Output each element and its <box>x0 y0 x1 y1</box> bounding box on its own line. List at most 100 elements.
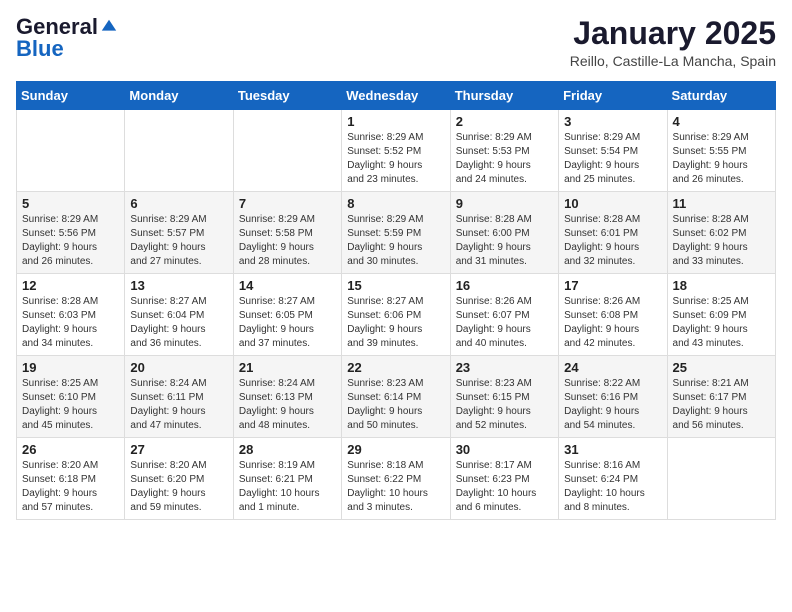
calendar-cell: 24 Sunrise: 8:22 AM Sunset: 6:16 PM Dayli… <box>559 356 667 438</box>
weekday-header-row: SundayMondayTuesdayWednesdayThursdayFrid… <box>17 82 776 110</box>
day-info: Sunrise: 8:17 AM Sunset: 6:23 PM Dayligh… <box>456 459 553 515</box>
calendar-cell: 7 Sunrise: 8:29 AM Sunset: 5:58 PM Daylig… <box>233 192 341 274</box>
day-number: 31 <box>564 442 661 457</box>
day-number: 2 <box>456 114 553 129</box>
day-info: Sunrise: 8:23 AM Sunset: 6:15 PM Dayligh… <box>456 377 553 433</box>
calendar-cell: 6 Sunrise: 8:29 AM Sunset: 5:57 PM Daylig… <box>125 192 233 274</box>
day-number: 1 <box>347 114 444 129</box>
logo-icon <box>100 18 118 36</box>
day-info: Sunrise: 8:16 AM Sunset: 6:24 PM Dayligh… <box>564 459 661 515</box>
weekday-header: Tuesday <box>233 82 341 110</box>
day-number: 10 <box>564 196 661 211</box>
day-number: 30 <box>456 442 553 457</box>
day-number: 6 <box>130 196 227 211</box>
weekday-header: Monday <box>125 82 233 110</box>
day-info: Sunrise: 8:29 AM Sunset: 5:54 PM Dayligh… <box>564 131 661 187</box>
day-info: Sunrise: 8:22 AM Sunset: 6:16 PM Dayligh… <box>564 377 661 433</box>
calendar-cell: 29Sunrise: 8:18 AM Sunset: 6:22 PM Dayli… <box>342 438 450 520</box>
day-number: 17 <box>564 278 661 293</box>
calendar-cell: 1 Sunrise: 8:29 AM Sunset: 5:52 PM Daylig… <box>342 110 450 192</box>
day-number: 22 <box>347 360 444 375</box>
weekday-header: Sunday <box>17 82 125 110</box>
calendar-cell: 20 Sunrise: 8:24 AM Sunset: 6:11 PM Dayli… <box>125 356 233 438</box>
day-info: Sunrise: 8:29 AM Sunset: 5:59 PM Dayligh… <box>347 213 444 269</box>
calendar-week-row: 19Sunrise: 8:25 AM Sunset: 6:10 PM Dayli… <box>17 356 776 438</box>
day-number: 20 <box>130 360 227 375</box>
calendar-week-row: 5Sunrise: 8:29 AM Sunset: 5:56 PM Daylig… <box>17 192 776 274</box>
day-info: Sunrise: 8:28 AM Sunset: 6:00 PM Dayligh… <box>456 213 553 269</box>
calendar-cell: 30 Sunrise: 8:17 AM Sunset: 6:23 PM Dayli… <box>450 438 558 520</box>
logo: General Blue <box>16 16 118 60</box>
calendar-cell: 13 Sunrise: 8:27 AM Sunset: 6:04 PM Dayli… <box>125 274 233 356</box>
calendar-cell: 2 Sunrise: 8:29 AM Sunset: 5:53 PM Daylig… <box>450 110 558 192</box>
calendar-cell: 4 Sunrise: 8:29 AM Sunset: 5:55 PM Daylig… <box>667 110 775 192</box>
weekday-header: Thursday <box>450 82 558 110</box>
day-info: Sunrise: 8:26 AM Sunset: 6:08 PM Dayligh… <box>564 295 661 351</box>
month-title: January 2025 <box>570 16 776 51</box>
day-number: 15 <box>347 278 444 293</box>
logo-general-text: General <box>16 16 98 38</box>
day-info: Sunrise: 8:29 AM Sunset: 5:52 PM Dayligh… <box>347 131 444 187</box>
calendar-cell: 21Sunrise: 8:24 AM Sunset: 6:13 PM Dayli… <box>233 356 341 438</box>
day-info: Sunrise: 8:29 AM Sunset: 5:58 PM Dayligh… <box>239 213 336 269</box>
day-number: 11 <box>673 196 770 211</box>
day-number: 27 <box>130 442 227 457</box>
calendar-cell: 25 Sunrise: 8:21 AM Sunset: 6:17 PM Dayli… <box>667 356 775 438</box>
day-number: 26 <box>22 442 119 457</box>
day-info: Sunrise: 8:21 AM Sunset: 6:17 PM Dayligh… <box>673 377 770 433</box>
calendar-cell: 19Sunrise: 8:25 AM Sunset: 6:10 PM Dayli… <box>17 356 125 438</box>
day-number: 29 <box>347 442 444 457</box>
day-number: 7 <box>239 196 336 211</box>
day-number: 25 <box>673 360 770 375</box>
day-info: Sunrise: 8:20 AM Sunset: 6:20 PM Dayligh… <box>130 459 227 515</box>
day-info: Sunrise: 8:29 AM Sunset: 5:53 PM Dayligh… <box>456 131 553 187</box>
day-number: 14 <box>239 278 336 293</box>
day-info: Sunrise: 8:25 AM Sunset: 6:09 PM Dayligh… <box>673 295 770 351</box>
calendar-cell: 22 Sunrise: 8:23 AM Sunset: 6:14 PM Dayli… <box>342 356 450 438</box>
day-info: Sunrise: 8:29 AM Sunset: 5:57 PM Dayligh… <box>130 213 227 269</box>
calendar-cell: 10 Sunrise: 8:28 AM Sunset: 6:01 PM Dayli… <box>559 192 667 274</box>
day-number: 23 <box>456 360 553 375</box>
calendar-cell: 12Sunrise: 8:28 AM Sunset: 6:03 PM Dayli… <box>17 274 125 356</box>
calendar-week-row: 1 Sunrise: 8:29 AM Sunset: 5:52 PM Daylig… <box>17 110 776 192</box>
calendar-cell: 31 Sunrise: 8:16 AM Sunset: 6:24 PM Dayli… <box>559 438 667 520</box>
day-number: 18 <box>673 278 770 293</box>
calendar-cell: 8 Sunrise: 8:29 AM Sunset: 5:59 PM Daylig… <box>342 192 450 274</box>
day-number: 9 <box>456 196 553 211</box>
calendar-cell: 17 Sunrise: 8:26 AM Sunset: 6:08 PM Dayli… <box>559 274 667 356</box>
day-number: 16 <box>456 278 553 293</box>
day-number: 12 <box>22 278 119 293</box>
day-info: Sunrise: 8:20 AM Sunset: 6:18 PM Dayligh… <box>22 459 119 515</box>
calendar-cell: 18 Sunrise: 8:25 AM Sunset: 6:09 PM Dayli… <box>667 274 775 356</box>
page-header: General Blue January 2025 Reillo, Castil… <box>16 16 776 69</box>
day-info: Sunrise: 8:29 AM Sunset: 5:55 PM Dayligh… <box>673 131 770 187</box>
weekday-header: Saturday <box>667 82 775 110</box>
calendar-week-row: 26 Sunrise: 8:20 AM Sunset: 6:18 PM Dayli… <box>17 438 776 520</box>
day-number: 28 <box>239 442 336 457</box>
calendar-cell <box>125 110 233 192</box>
day-info: Sunrise: 8:28 AM Sunset: 6:01 PM Dayligh… <box>564 213 661 269</box>
day-number: 4 <box>673 114 770 129</box>
day-info: Sunrise: 8:28 AM Sunset: 6:02 PM Dayligh… <box>673 213 770 269</box>
day-number: 24 <box>564 360 661 375</box>
logo-blue-text: Blue <box>16 38 64 60</box>
day-info: Sunrise: 8:23 AM Sunset: 6:14 PM Dayligh… <box>347 377 444 433</box>
calendar-cell <box>667 438 775 520</box>
calendar-cell: 27 Sunrise: 8:20 AM Sunset: 6:20 PM Dayli… <box>125 438 233 520</box>
calendar-cell: 16 Sunrise: 8:26 AM Sunset: 6:07 PM Dayli… <box>450 274 558 356</box>
title-block: January 2025 Reillo, Castille-La Mancha,… <box>570 16 776 69</box>
location-subtitle: Reillo, Castille-La Mancha, Spain <box>570 53 776 69</box>
day-info: Sunrise: 8:19 AM Sunset: 6:21 PM Dayligh… <box>239 459 336 515</box>
day-info: Sunrise: 8:27 AM Sunset: 6:04 PM Dayligh… <box>130 295 227 351</box>
day-info: Sunrise: 8:24 AM Sunset: 6:13 PM Dayligh… <box>239 377 336 433</box>
calendar-cell: 26 Sunrise: 8:20 AM Sunset: 6:18 PM Dayli… <box>17 438 125 520</box>
day-info: Sunrise: 8:27 AM Sunset: 6:06 PM Dayligh… <box>347 295 444 351</box>
calendar-cell: 5Sunrise: 8:29 AM Sunset: 5:56 PM Daylig… <box>17 192 125 274</box>
day-number: 8 <box>347 196 444 211</box>
weekday-header: Wednesday <box>342 82 450 110</box>
day-info: Sunrise: 8:24 AM Sunset: 6:11 PM Dayligh… <box>130 377 227 433</box>
calendar-table: SundayMondayTuesdayWednesdayThursdayFrid… <box>16 81 776 520</box>
weekday-header: Friday <box>559 82 667 110</box>
day-number: 13 <box>130 278 227 293</box>
day-info: Sunrise: 8:26 AM Sunset: 6:07 PM Dayligh… <box>456 295 553 351</box>
